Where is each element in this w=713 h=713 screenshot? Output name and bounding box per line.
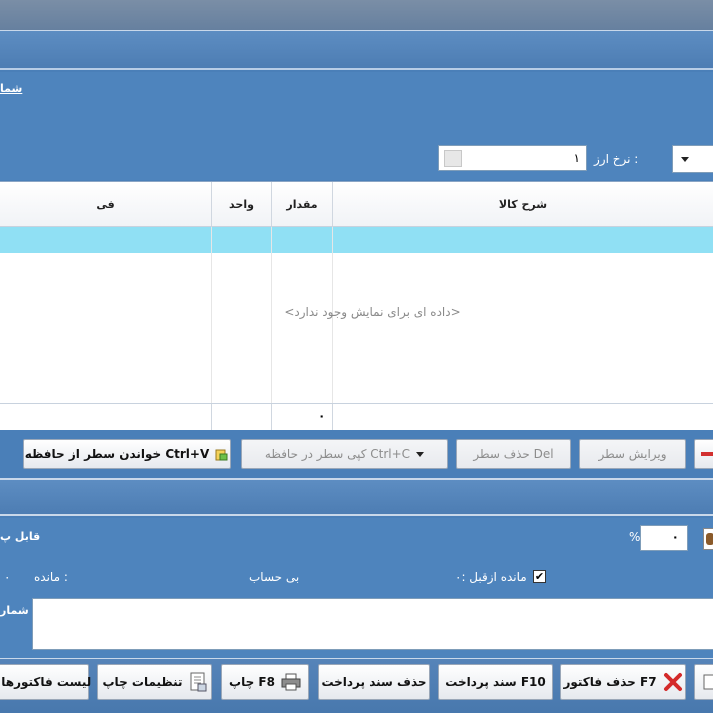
doc-number-label: شما	[0, 82, 23, 95]
empty-grid-message: <داده ای برای نمایش وجود ندارد>	[284, 305, 461, 319]
currency-rate-input[interactable]: ۱	[438, 145, 587, 171]
clipboard-paste-icon	[215, 449, 228, 461]
summary-panel: قابل پ % ۰ ۰ مانده : بی حساب مانده ازقبل…	[0, 518, 713, 658]
edit-row-button[interactable]: ویرایش سطر	[579, 439, 686, 469]
currency-rate-button[interactable]	[444, 150, 462, 167]
minus-icon	[701, 452, 713, 456]
invoice-header-panel: شما نرخ ارز : ۱	[0, 72, 713, 180]
percent-sign: %	[629, 530, 641, 544]
document-settings-icon	[190, 672, 206, 692]
quantity-total: ۰	[318, 409, 326, 423]
calculator-icon[interactable]	[703, 528, 713, 550]
paste-row-button[interactable]: خواندن سطر از حافظه Ctrl+V	[23, 439, 231, 469]
print-settings-button[interactable]: تنظیمات چاپ	[97, 664, 212, 700]
title-bar	[0, 0, 713, 30]
grid-total-row: ۰	[0, 403, 713, 430]
currency-rate-value: ۱	[573, 151, 580, 165]
prev-balance-checkbox[interactable]: ✔	[533, 570, 546, 583]
payable-label: قابل پ	[0, 530, 41, 543]
delete-row-button[interactable]: حذف سطر Del	[456, 439, 571, 469]
more-button[interactable]	[694, 664, 713, 700]
column-divider	[211, 404, 212, 430]
account-status: بی حساب	[249, 570, 300, 584]
prev-balance-label: مانده ازقبل :۰	[455, 570, 527, 584]
column-header-fee[interactable]: فی	[0, 182, 212, 227]
column-header-quantity[interactable]: مقدار	[272, 182, 333, 227]
section-separator	[0, 478, 713, 516]
column-divider	[271, 404, 272, 430]
column-divider	[332, 404, 333, 430]
column-header-description[interactable]: شرح کالا	[333, 182, 713, 227]
invoice-list-button[interactable]: لیست فاکتورها ۶	[0, 664, 91, 700]
document-icon	[703, 674, 713, 690]
payment-doc-button[interactable]: سند پرداخت F10	[438, 664, 553, 700]
delete-invoice-label: حذف فاکتور F7	[563, 675, 657, 689]
notes-textarea[interactable]	[32, 598, 713, 650]
delete-payment-doc-button[interactable]: حذف سند پرداخت	[318, 664, 430, 700]
chevron-down-icon	[416, 451, 425, 457]
notes-label: شمار	[0, 604, 29, 617]
currency-rate-label: نرخ ارز :	[594, 152, 639, 166]
remove-row-button[interactable]	[694, 439, 713, 469]
toolbar-band	[0, 30, 713, 70]
print-settings-label: تنظیمات چاپ	[102, 675, 183, 689]
paste-row-label: خواندن سطر از حافظه Ctrl+V	[24, 447, 210, 461]
row-actions-bar: خواندن سطر از حافظه Ctrl+V کپی سطر در حا…	[0, 432, 713, 476]
print-button[interactable]: چاپ F8	[221, 664, 309, 700]
balance-label: مانده :	[34, 570, 68, 584]
delete-invoice-button[interactable]: حذف فاکتور F7	[560, 664, 686, 700]
balance-value: ۰	[4, 570, 11, 584]
copy-row-label: کپی سطر در حافظه Ctrl+C	[264, 447, 411, 461]
delete-x-icon	[663, 673, 682, 691]
printer-icon	[281, 673, 301, 691]
copy-row-button[interactable]: کپی سطر در حافظه Ctrl+C	[241, 439, 448, 469]
currency-select[interactable]	[672, 145, 713, 173]
discount-percent-input[interactable]: ۰	[640, 525, 688, 551]
column-divider	[211, 227, 212, 403]
bottom-actions-bar: لیست فاکتورها ۶ تنظیمات چاپ چاپ F8 حذف س…	[0, 658, 713, 713]
table-row[interactable]	[0, 227, 713, 253]
items-grid[interactable]: فی واحد مقدار شرح کالا <داده ای برای نما…	[0, 181, 713, 430]
print-label: چاپ F8	[229, 675, 275, 689]
column-header-unit[interactable]: واحد	[212, 182, 272, 227]
discount-percent-value: ۰	[671, 530, 679, 544]
chevron-down-icon	[681, 157, 689, 162]
